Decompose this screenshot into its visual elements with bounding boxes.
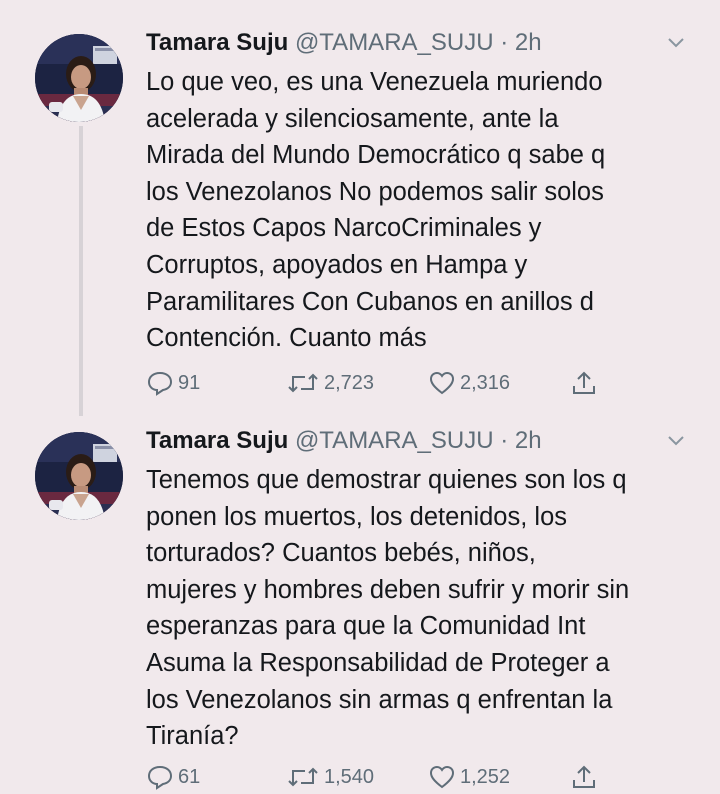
like-count: 1,252 bbox=[460, 766, 511, 788]
author-name[interactable]: Tamara Suju bbox=[146, 29, 288, 56]
author-name[interactable]: Tamara Suju bbox=[146, 427, 288, 454]
avatar[interactable] bbox=[35, 34, 123, 122]
reply-button[interactable]: 91 bbox=[146, 368, 200, 398]
heart-icon bbox=[429, 765, 455, 789]
retweet-icon bbox=[288, 373, 318, 393]
share-icon bbox=[573, 765, 595, 788]
like-button[interactable]: 2,316 bbox=[428, 368, 510, 398]
timestamp[interactable]: 2h bbox=[515, 29, 542, 56]
retweet-count: 1,540 bbox=[324, 766, 375, 788]
reply-count: 91 bbox=[178, 372, 201, 394]
share-button[interactable] bbox=[570, 762, 598, 792]
reply-icon bbox=[147, 371, 173, 396]
heart-icon bbox=[429, 371, 455, 395]
chevron-down-icon[interactable] bbox=[666, 36, 686, 50]
like-button[interactable]: 1,252 bbox=[428, 762, 510, 792]
tweet-header: Tamara Suju @TAMARA_SUJU · 2h bbox=[146, 28, 542, 58]
separator-dot: · bbox=[500, 427, 509, 454]
tweet-text: Tenemos que demostrar quienes son los q … bbox=[146, 466, 630, 751]
retweet-button[interactable]: 1,540 bbox=[286, 762, 374, 792]
timestamp[interactable]: 2h bbox=[515, 427, 542, 454]
author-handle[interactable]: @TAMARA_SUJU bbox=[295, 29, 494, 56]
reply-icon bbox=[147, 765, 173, 790]
tweet-header: Tamara Suju @TAMARA_SUJU · 2h bbox=[146, 426, 542, 456]
thread-connector-line bbox=[79, 126, 83, 416]
tweet-actions: 61 1,540 1,252 bbox=[146, 762, 706, 794]
retweet-icon bbox=[288, 767, 318, 787]
retweet-count: 2,723 bbox=[324, 372, 375, 394]
reply-count: 61 bbox=[178, 766, 201, 788]
share-icon bbox=[573, 371, 595, 394]
separator-dot: · bbox=[500, 29, 509, 56]
share-button[interactable] bbox=[570, 368, 598, 398]
chevron-down-icon[interactable] bbox=[666, 434, 686, 448]
tweet-actions: 91 2,723 2,316 bbox=[146, 368, 706, 400]
tweet-text: Lo que veo, es una Venezuela muriendo ac… bbox=[146, 68, 606, 353]
retweet-button[interactable]: 2,723 bbox=[286, 368, 374, 398]
author-handle[interactable]: @TAMARA_SUJU bbox=[295, 427, 494, 454]
avatar[interactable] bbox=[35, 432, 123, 520]
like-count: 2,316 bbox=[460, 372, 511, 394]
reply-button[interactable]: 61 bbox=[146, 762, 200, 792]
